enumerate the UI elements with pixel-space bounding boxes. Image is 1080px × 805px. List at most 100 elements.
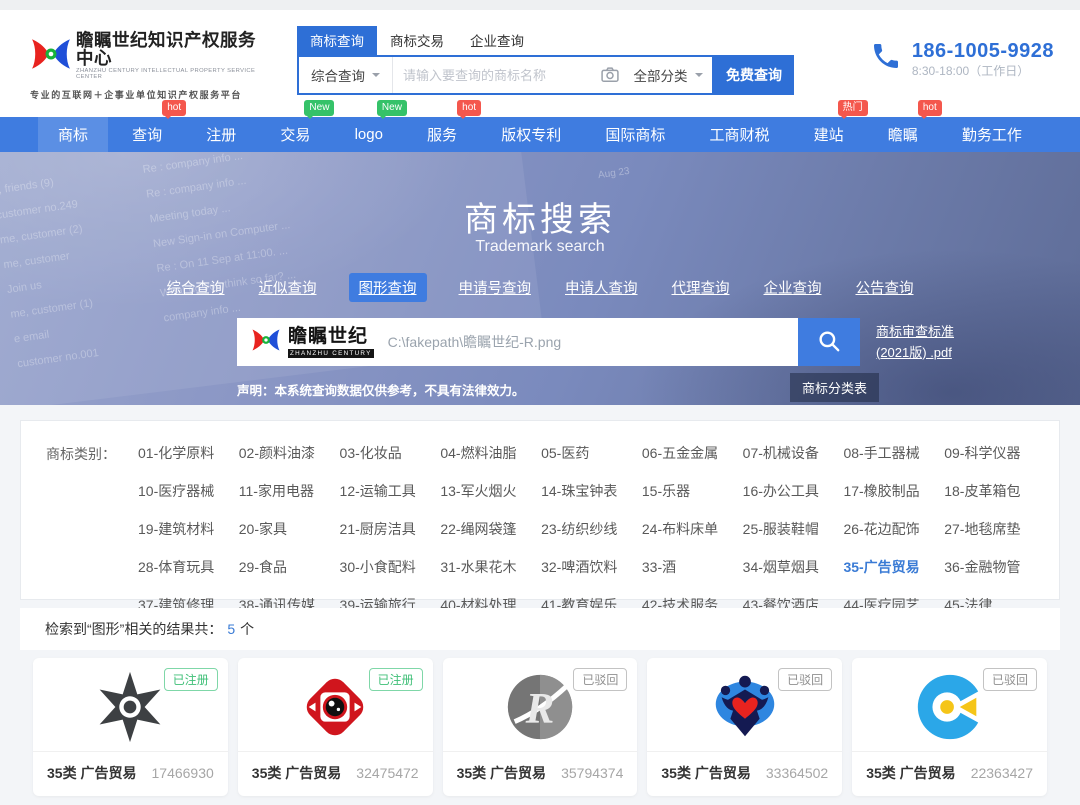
category-item[interactable]: 08-手工器械 — [843, 443, 944, 463]
nav-item-10[interactable]: 瞻瞩hot — [868, 117, 938, 152]
category-item[interactable]: 29-食品 — [239, 557, 340, 577]
hero-tab-5[interactable]: 代理查询 — [670, 273, 732, 302]
category-label: 商标类别： — [46, 443, 138, 615]
phone-number: 186-1005-9928 — [912, 41, 1054, 61]
search-icon — [816, 328, 842, 357]
hero-tab-0[interactable]: 综合查询 — [165, 273, 227, 302]
search-logo-subtext: ZHANZHU CENTURY — [288, 349, 374, 358]
nav-item-11[interactable]: 勤务工作 — [942, 117, 1042, 152]
category-item[interactable]: 02-颜料油漆 — [239, 443, 340, 463]
main-nav: 商标查询hot注册交易NewlogoNew服务hot版权专利国际商标工商财税建站… — [0, 117, 1080, 152]
header-search: 商标查询商标交易企业查询 综合查询 全部分类 — [297, 26, 794, 95]
category-item[interactable]: 06-五金金属 — [642, 443, 743, 463]
nav-badge: hot — [457, 100, 481, 116]
category-item[interactable]: 03-化妆品 — [340, 443, 441, 463]
nav-item-1[interactable]: 查询hot — [112, 117, 182, 152]
category-item[interactable]: 10-医疗器械 — [138, 481, 239, 501]
nav-item-label: logo — [355, 126, 383, 143]
hero-search-row: 瞻瞩世纪 ZHANZHU CENTURY C:\fakepath\瞻瞩世纪-R.… — [237, 318, 860, 366]
category-item[interactable]: 27-地毯席垫 — [944, 519, 1045, 539]
category-item[interactable]: 23-纺织纱线 — [541, 519, 642, 539]
nav-item-0[interactable]: 商标 — [38, 117, 108, 152]
search-type-value: 综合查询 — [311, 65, 365, 85]
category-item[interactable]: 12-运输工具 — [340, 481, 441, 501]
category-item[interactable]: 24-布料床单 — [642, 519, 743, 539]
nav-item-7[interactable]: 国际商标 — [585, 117, 685, 152]
trademark-card-2[interactable]: 已驳回R35类 广告贸易35794374 — [443, 658, 638, 796]
hero-search-button[interactable] — [798, 318, 860, 366]
hero-tab-4[interactable]: 申请人查询 — [563, 273, 640, 302]
category-item[interactable]: 26-花边配饰 — [843, 519, 944, 539]
category-item[interactable]: 15-乐器 — [642, 481, 743, 501]
header-tab-2[interactable]: 企业查询 — [457, 26, 537, 55]
category-item[interactable]: 09-科学仪器 — [944, 443, 1045, 463]
nav-badge: hot — [918, 100, 942, 116]
hero-tab-7[interactable]: 公告查询 — [854, 273, 916, 302]
category-item[interactable]: 11-家用电器 — [239, 481, 340, 501]
category-item[interactable]: 30-小食配料 — [340, 557, 441, 577]
category-item[interactable]: 22-绳网袋篷 — [440, 519, 541, 539]
nav-item-9[interactable]: 建站热门 — [794, 117, 864, 152]
card-registration-number: 35794374 — [561, 765, 623, 781]
category-item[interactable]: 13-军火烟火 — [440, 481, 541, 501]
nav-item-label: 服务 — [427, 124, 457, 145]
chevron-down-icon — [695, 73, 703, 81]
search-type-dropdown[interactable]: 综合查询 — [299, 57, 393, 93]
nav-item-6[interactable]: 版权专利 — [481, 117, 581, 152]
nav-item-8[interactable]: 工商财税 — [689, 117, 789, 152]
nav-item-5[interactable]: 服务hot — [407, 117, 477, 152]
category-item[interactable]: 18-皮革箱包 — [944, 481, 1045, 501]
phone-hours: 8:30-18:00（工作日） — [912, 65, 1054, 77]
hero-background-date: Aug 23 — [597, 166, 630, 181]
category-item[interactable]: 32-啤酒饮料 — [541, 557, 642, 577]
category-item[interactable]: 21-厨房洁具 — [340, 519, 441, 539]
category-item[interactable]: 34-烟草烟具 — [743, 557, 844, 577]
nav-item-3[interactable]: 交易New — [260, 117, 330, 152]
camera-icon[interactable] — [596, 65, 624, 85]
category-item[interactable]: 33-酒 — [642, 557, 743, 577]
header-search-input[interactable] — [393, 68, 596, 83]
hero-search-value: C:\fakepath\瞻瞩世纪-R.png — [388, 332, 562, 352]
header-tab-1[interactable]: 商标交易 — [377, 26, 457, 55]
card-status-badge: 已注册 — [164, 668, 218, 691]
chevron-down-icon — [372, 73, 380, 81]
category-item[interactable]: 05-医药 — [541, 443, 642, 463]
uploaded-image-preview: 瞻瞩世纪 ZHANZHU CENTURY — [251, 327, 374, 358]
category-item[interactable]: 36-金融物管 — [944, 557, 1045, 577]
category-item[interactable]: 16-办公工具 — [743, 481, 844, 501]
category-item[interactable]: 35-广告贸易 — [843, 557, 944, 577]
classification-table-button[interactable]: 商标分类表 — [790, 373, 879, 402]
category-item[interactable]: 17-橡胶制品 — [843, 481, 944, 501]
category-item[interactable]: 04-燃料油脂 — [440, 443, 541, 463]
nav-item-2[interactable]: 注册 — [186, 117, 256, 152]
hero-tab-6[interactable]: 企业查询 — [762, 273, 824, 302]
category-item[interactable]: 28-体育玩具 — [138, 557, 239, 577]
trademark-card-0[interactable]: 已注册35类 广告贸易17466930 — [33, 658, 228, 796]
hero-tab-1[interactable]: 近似查询 — [257, 273, 319, 302]
brand-logo[interactable]: 瞻瞩世纪知识产权服务中心 ZHANZHU CENTURY INTELLECTUA… — [30, 32, 270, 101]
category-item[interactable]: 07-机械设备 — [743, 443, 844, 463]
category-item[interactable]: 19-建筑材料 — [138, 519, 239, 539]
category-item[interactable]: 01-化学原料 — [138, 443, 239, 463]
category-item[interactable]: 14-珠宝钟表 — [541, 481, 642, 501]
header-tab-0[interactable]: 商标查询 — [297, 26, 377, 55]
category-item[interactable]: 25-服装鞋帽 — [743, 519, 844, 539]
hero-search-box[interactable]: 瞻瞩世纪 ZHANZHU CENTURY C:\fakepath\瞻瞩世纪-R.… — [237, 318, 798, 366]
category-item[interactable]: 20-家具 — [239, 519, 340, 539]
trademark-card-4[interactable]: 已驳回35类 广告贸易22363427 — [852, 658, 1047, 796]
svg-text:R: R — [525, 685, 555, 732]
summary-prefix: 检索到“图形”相关的结果共： — [45, 619, 222, 639]
disclaimer-text: 声明：本系统查询数据仅供参考，不具有法律效力。 — [237, 380, 525, 399]
phone-icon — [870, 40, 902, 77]
hero-tab-3[interactable]: 申请号查询 — [457, 273, 534, 302]
pdf-standard-link[interactable]: 商标审查标准 (2021版) .pdf — [876, 322, 954, 364]
trademark-card-3[interactable]: 已驳回35类 广告贸易33364502 — [647, 658, 842, 796]
hero-tab-2[interactable]: 图形查询 — [349, 273, 427, 302]
trademark-card-1[interactable]: 已注册35类 广告贸易32475472 — [238, 658, 433, 796]
category-item[interactable]: 31-水果花木 — [440, 557, 541, 577]
nav-item-4[interactable]: logoNew — [335, 117, 403, 152]
results-count: 5 — [227, 621, 235, 637]
free-query-button[interactable]: 免费查询 — [714, 55, 794, 95]
search-logo-text: 瞻瞩世纪 — [288, 326, 368, 347]
class-filter-dropdown[interactable]: 全部分类 — [624, 57, 712, 93]
